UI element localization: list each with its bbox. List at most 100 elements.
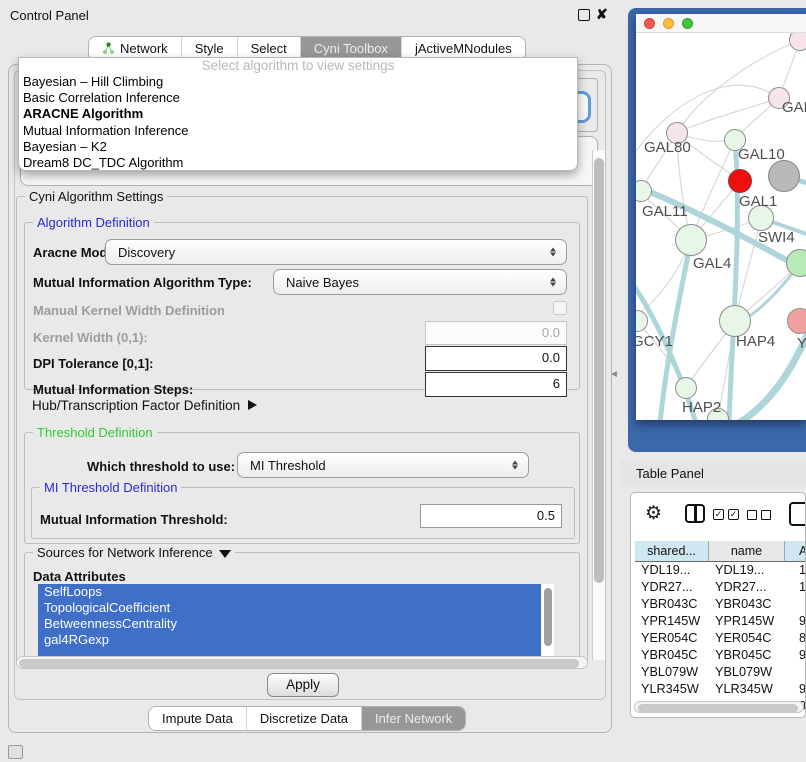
cell-name: YPR145W (709, 613, 785, 630)
scrollbar-thumb[interactable] (638, 704, 798, 713)
column-header-shared[interactable]: shared... (635, 541, 709, 562)
settings-horizontal-scrollbar[interactable] (16, 656, 588, 669)
table-row[interactable]: YBR045C YBR045C 9. (635, 647, 806, 664)
dpi-tolerance-label: DPI Tolerance [0,1]: (33, 356, 153, 371)
close-window-icon[interactable] (644, 18, 655, 29)
cell-extra: 13 (785, 562, 806, 579)
cell-shared: YER054C (635, 630, 709, 647)
column-header-extra[interactable]: A (785, 541, 806, 562)
dropdown-item-bayesian-hill-climbing[interactable]: Bayesian – Hill Climbing (19, 74, 577, 90)
table-panel-title: Table Panel (636, 466, 704, 481)
list-item[interactable]: gal4RGexp (38, 632, 541, 648)
node-label: Y (797, 335, 806, 352)
node-y-partial[interactable] (787, 308, 806, 334)
dropdown-placeholder: Select algorithm to view settings (19, 58, 577, 74)
node-gal4[interactable] (675, 224, 707, 256)
node-label: GAL80 (644, 139, 691, 156)
list-item[interactable]: BetweennessCentrality (38, 616, 541, 632)
cell-shared: YLR345W (635, 681, 709, 698)
table-row[interactable]: YPR145W YPR145W 9. (635, 613, 806, 630)
tab-discretize-data[interactable]: Discretize Data (247, 707, 362, 730)
tab-impute-data[interactable]: Impute Data (149, 707, 247, 730)
list-scrollbar[interactable] (541, 584, 554, 656)
cell-name: YBR043C (709, 596, 785, 613)
node-unlabeled[interactable] (786, 249, 806, 277)
sources-expander[interactable]: Sources for Network Inference (33, 545, 235, 560)
deselect-all-checkbox-icon[interactable] (761, 510, 771, 520)
table-row[interactable]: YDR27... YDR27... 12 (635, 579, 806, 596)
tab-label: Discretize Data (260, 707, 348, 730)
scrollbar-thumb[interactable] (19, 659, 579, 668)
cell-extra: 12 (785, 579, 806, 596)
threshold-select[interactable]: MI Threshold (237, 452, 529, 478)
tab-infer-network[interactable]: Infer Network (362, 707, 465, 730)
table-row[interactable]: YLR345W YLR345W 9. (635, 681, 806, 698)
select-all-checkbox-icon[interactable]: ✓ (713, 509, 724, 520)
list-item[interactable]: TopologicalCoefficient (38, 600, 541, 616)
hub-definition-expander[interactable]: Hub/Transcription Factor Definition (32, 398, 257, 413)
aracne-mode-select[interactable]: Discovery (105, 239, 567, 265)
table-panel: ⚙ ✓ ✓ shared... name A YDL19... YDL19...… (630, 492, 806, 718)
data-attributes-list[interactable]: SelfLoops TopologicalCoefficient Between… (38, 584, 554, 656)
dropdown-item-dream8[interactable]: Dream8 DC_TDC Algorithm (19, 155, 577, 171)
table-mode-icon[interactable] (789, 502, 806, 526)
network-icon (102, 42, 115, 55)
splitpane-handle-icon[interactable]: ◄ (609, 369, 619, 380)
dropdown-item-mutual-information[interactable]: Mutual Information Inference (19, 123, 577, 139)
minimize-window-icon[interactable] (663, 18, 674, 29)
dpi-tolerance-input[interactable]: 0.0 (425, 346, 567, 371)
group-title: MI Threshold Definition (40, 480, 181, 495)
table-row[interactable]: YER054C YER054C 8. (635, 630, 806, 647)
network-window-titlebar[interactable] (636, 14, 806, 33)
cell-shared: YBR043C (635, 596, 709, 613)
node-label: GAL (782, 99, 806, 116)
mi-steps-input[interactable]: 6 (425, 372, 567, 397)
close-panel-icon[interactable]: ✘ (596, 6, 608, 23)
float-panel-icon[interactable] (578, 9, 590, 21)
mi-algorithm-type-select[interactable]: Naive Bayes (273, 269, 567, 295)
minimized-panel-icon[interactable] (8, 745, 23, 759)
hub-definition-label: Hub/Transcription Factor Definition (32, 398, 240, 413)
kernel-width-label: Kernel Width (0,1): (33, 330, 148, 345)
network-canvas[interactable]: GAL GAL80 GAL10 GAL1 GAL11 SWI4 GAL4 GCY… (636, 33, 806, 420)
cell-extra: 9. (785, 681, 806, 698)
deselect-all-checkbox-icon[interactable] (747, 510, 757, 520)
node-gray[interactable] (768, 160, 800, 192)
select-all-checkbox-icon[interactable]: ✓ (728, 509, 739, 520)
columns-icon[interactable] (685, 504, 705, 523)
mi-threshold-input[interactable]: 0.5 (420, 504, 562, 528)
mi-threshold-label: Mutual Information Threshold: (40, 512, 228, 527)
list-item-partial[interactable] (38, 648, 541, 656)
apply-button[interactable]: Apply (267, 673, 339, 697)
dropdown-item-aracne[interactable]: ARACNE Algorithm (19, 106, 577, 122)
mi-type-label: Mutual Information Algorithm Type: (33, 275, 252, 290)
column-header-name[interactable]: name (709, 541, 785, 562)
cell-name: YBL079W (709, 664, 785, 681)
cell-shared: YBR045C (635, 647, 709, 664)
cell-name: YLR345W (709, 681, 785, 698)
cell-extra: 9. (785, 613, 806, 630)
manual-kernel-checkbox[interactable] (553, 301, 567, 315)
dropdown-item-basic-correlation[interactable]: Basic Correlation Inference (19, 90, 577, 106)
scrollbar-thumb[interactable] (594, 158, 604, 583)
node-hap2[interactable] (675, 377, 697, 399)
dropdown-item-bayesian-k2[interactable]: Bayesian – K2 (19, 139, 577, 155)
zoom-window-icon[interactable] (682, 18, 693, 29)
gear-icon[interactable]: ⚙ (645, 502, 662, 525)
tab-label: Infer Network (375, 707, 452, 730)
node-gal1[interactable] (728, 169, 752, 193)
table-row[interactable]: YBL079W YBL079W (635, 664, 806, 681)
list-item[interactable]: SelfLoops (38, 584, 541, 600)
cell-extra: 9. (785, 647, 806, 664)
network-window[interactable]: GAL GAL80 GAL10 GAL1 GAL11 SWI4 GAL4 GCY… (636, 14, 806, 420)
table-row[interactable]: YDL19... YDL19... 13 (635, 562, 806, 579)
scrollbar-thumb[interactable] (544, 588, 552, 646)
tab-label: Impute Data (162, 707, 233, 730)
kernel-width-input[interactable]: 0.0 (425, 321, 567, 345)
table-row[interactable]: YBR043C YBR043C (635, 596, 806, 613)
settings-vertical-scrollbar[interactable] (592, 150, 605, 660)
table-horizontal-scrollbar[interactable] (634, 701, 804, 713)
algorithm-dropdown: Select algorithm to view settings Bayesi… (18, 57, 578, 171)
manual-kernel-label: Manual Kernel Width Definition (33, 303, 225, 318)
stepper-icon (550, 248, 556, 257)
